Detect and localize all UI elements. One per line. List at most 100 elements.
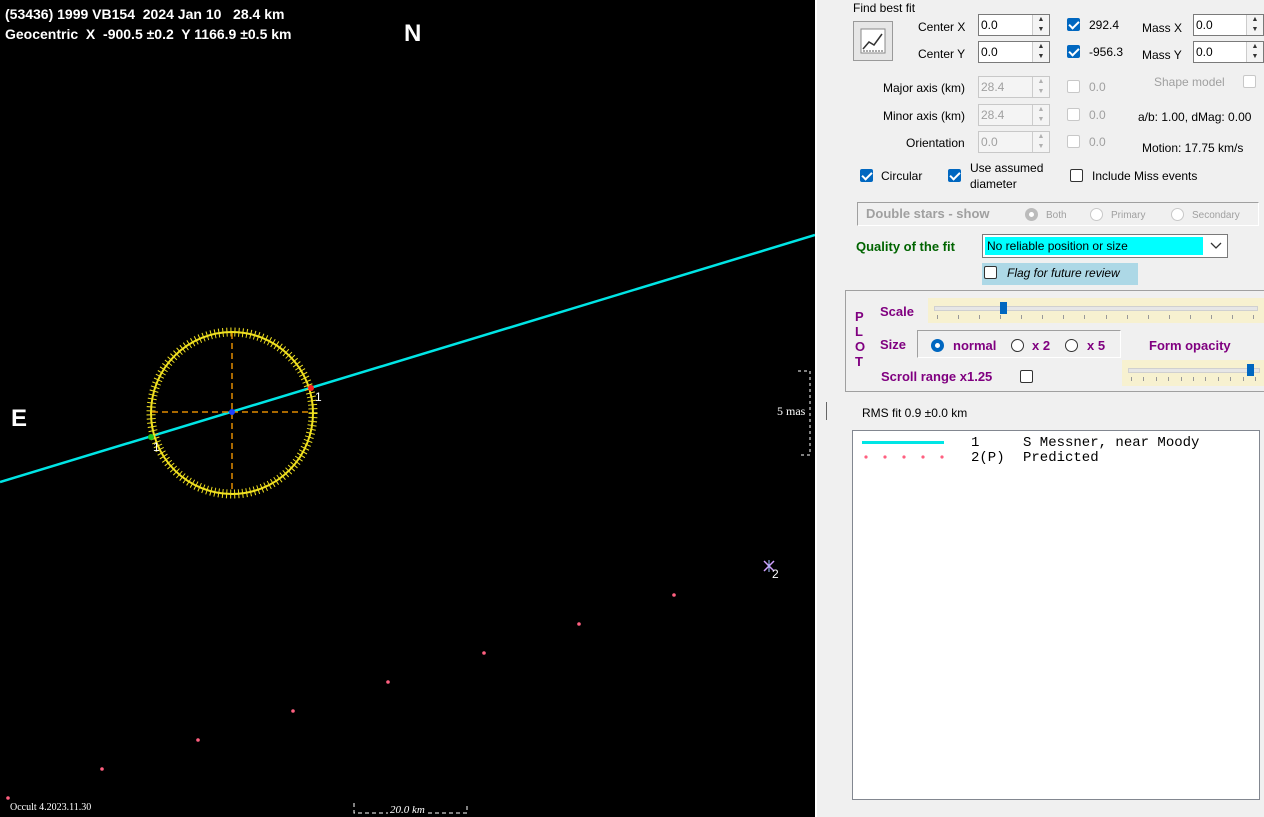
mass-x-label: Mass X xyxy=(1142,21,1183,35)
scale-slider-thumb[interactable] xyxy=(1000,302,1007,314)
opacity-slider[interactable] xyxy=(1122,360,1264,386)
scroll-range-checkbox[interactable] xyxy=(1020,370,1033,383)
size-normal-label: normal xyxy=(953,338,997,353)
slider-tick xyxy=(1084,315,1085,319)
quality-dropdown[interactable]: No reliable position or size xyxy=(982,234,1228,258)
quality-value: No reliable position or size xyxy=(987,239,1128,253)
motion-text: Motion: 17.75 km/s xyxy=(1142,141,1244,155)
slider-tick xyxy=(1211,315,1212,319)
slider-tick xyxy=(979,315,980,319)
chord-1-swatch xyxy=(862,441,944,444)
quality-label: Quality of the fit xyxy=(856,239,955,254)
major-axis-fit-checkbox[interactable] xyxy=(1067,80,1080,93)
slider-tick xyxy=(1063,315,1064,319)
version-label: Occult 4.2023.11.30 xyxy=(10,802,92,813)
scale-label: Scale xyxy=(880,304,914,319)
size-x5-radio[interactable] xyxy=(1065,339,1078,352)
chevron-down-icon xyxy=(1210,242,1222,249)
slider-tick xyxy=(1230,377,1231,381)
plot-header-geocentric: Geocentric X -900.5 ±0.2 Y 1166.9 ±0.5 k… xyxy=(5,26,292,42)
minor-axis-spinner[interactable]: ▲ ▼ xyxy=(1032,105,1049,125)
find-best-fit-title: Find best fit xyxy=(853,1,916,15)
slider-tick xyxy=(1156,377,1157,381)
slider-tick xyxy=(1127,315,1128,319)
slider-tick xyxy=(1143,377,1144,381)
predicted-dot xyxy=(6,796,10,800)
predicted-dot xyxy=(577,622,581,626)
mass-y-input[interactable]: 0.0 ▲ ▼ xyxy=(1193,41,1264,63)
mass-x-input[interactable]: 0.0 ▲ ▼ xyxy=(1193,14,1264,36)
mass-y-label: Mass Y xyxy=(1142,48,1182,62)
double-secondary-label: Secondary xyxy=(1192,210,1240,221)
find-best-fit-button[interactable] xyxy=(853,21,893,61)
chart-fit-icon xyxy=(860,28,886,54)
shape-model-checkbox[interactable] xyxy=(1243,75,1256,88)
include-miss-checkbox[interactable] xyxy=(1070,169,1083,182)
plot-letter-t: T xyxy=(855,354,863,369)
slider-tick xyxy=(1000,315,1001,319)
occultation-plot[interactable]: (53436) 1999 VB154 2024 Jan 10 28.4 km G… xyxy=(0,0,815,817)
center-y-input[interactable]: 0.0 ▲ ▼ xyxy=(978,41,1050,63)
opacity-slider-thumb[interactable] xyxy=(1247,364,1254,376)
major-axis-spinner[interactable]: ▲ ▼ xyxy=(1032,77,1049,97)
predicted-dot xyxy=(482,651,486,655)
center-x-label: Center X xyxy=(918,20,966,34)
plot-letter-l: L xyxy=(855,324,863,339)
mass-y-spinner[interactable]: ▲ ▼ xyxy=(1246,42,1263,62)
circular-label: Circular xyxy=(881,169,923,183)
chord-reappearance xyxy=(308,385,314,391)
chord-1-number: 1 xyxy=(971,435,980,451)
major-axis-label: Major axis (km) xyxy=(883,81,966,95)
chord-2-observer: Predicted xyxy=(1023,450,1099,466)
double-stars-label: Double stars - show xyxy=(866,206,990,221)
minor-axis-fit-checkbox[interactable] xyxy=(1067,108,1080,121)
diameter-label: diameter xyxy=(970,177,1017,191)
double-secondary-radio[interactable] xyxy=(1171,208,1184,221)
major-axis-input[interactable]: 28.4 ▲ ▼ xyxy=(978,76,1050,98)
circular-checkbox[interactable] xyxy=(860,169,873,182)
chord-list[interactable]: 1 S Messner, near Moody 2(P) Predicted xyxy=(852,430,1260,800)
chord-1-end-label: 1 xyxy=(315,390,322,404)
scale-bar-label: 20.0 km xyxy=(388,804,427,816)
center-y-fit-value: -956.3 xyxy=(1089,45,1124,59)
orientation-fit-checkbox[interactable] xyxy=(1067,135,1080,148)
center-x-spinner[interactable]: ▲ ▼ xyxy=(1032,15,1049,35)
double-primary-label: Primary xyxy=(1111,210,1146,221)
slider-tick xyxy=(1181,377,1182,381)
plot-header-object: (53436) 1999 VB154 2024 Jan 10 28.4 km xyxy=(5,6,285,22)
double-primary-radio[interactable] xyxy=(1090,208,1103,221)
scale-slider[interactable] xyxy=(928,298,1264,323)
minor-axis-input[interactable]: 28.4 ▲ ▼ xyxy=(978,104,1050,126)
center-y-fit-checkbox[interactable] xyxy=(1067,45,1080,58)
predicted-swatch xyxy=(864,455,944,459)
double-both-radio[interactable] xyxy=(1025,208,1038,221)
slider-tick xyxy=(1168,377,1169,381)
slider-tick xyxy=(1042,315,1043,319)
use-assumed-diameter-checkbox[interactable] xyxy=(948,169,961,182)
size-x2-radio[interactable] xyxy=(1011,339,1024,352)
slider-tick xyxy=(1232,315,1233,319)
predicted-dot xyxy=(386,680,390,684)
size-normal-radio[interactable] xyxy=(931,339,944,352)
slider-tick xyxy=(1218,377,1219,381)
flag-review-label: Flag for future review xyxy=(1007,266,1120,280)
center-x-fit-checkbox[interactable] xyxy=(1067,18,1080,31)
center-y-spinner[interactable]: ▲ ▼ xyxy=(1032,42,1049,62)
splitter[interactable] xyxy=(815,0,817,817)
include-miss-label: Include Miss events xyxy=(1092,169,1198,183)
chord-1-start-label: 1 xyxy=(153,440,160,454)
predicted-dot xyxy=(100,767,104,771)
flag-review-checkbox[interactable] xyxy=(984,266,997,279)
center-x-fit-value: 292.4 xyxy=(1089,18,1120,32)
orientation-fit-value: 0.0 xyxy=(1089,135,1106,149)
orientation-input[interactable]: 0.0 ▲ ▼ xyxy=(978,131,1050,153)
predicted-label: 2 xyxy=(772,567,779,581)
north-label: N xyxy=(404,20,422,47)
center-x-input[interactable]: 0.0 ▲ ▼ xyxy=(978,14,1050,36)
orientation-spinner[interactable]: ▲ ▼ xyxy=(1032,132,1049,152)
mass-x-spinner[interactable]: ▲ ▼ xyxy=(1246,15,1263,35)
orientation-label: Orientation xyxy=(906,136,965,150)
slider-tick xyxy=(1131,377,1132,381)
double-both-label: Both xyxy=(1046,210,1067,221)
slider-tick xyxy=(1021,315,1022,319)
